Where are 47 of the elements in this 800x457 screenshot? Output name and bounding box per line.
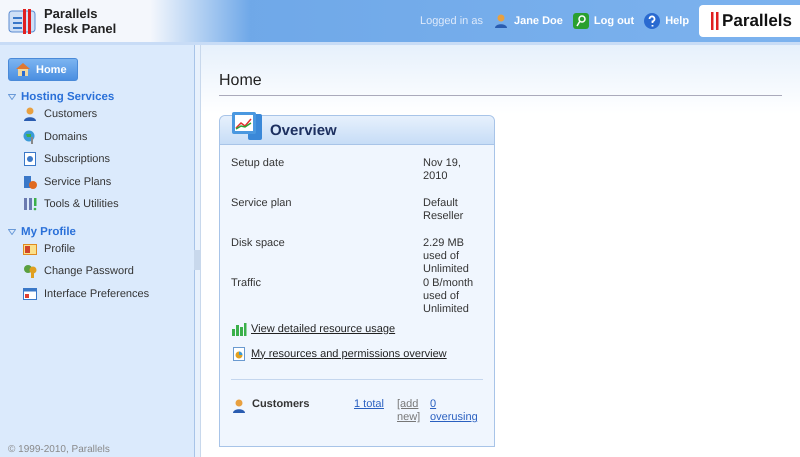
section-header[interactable]: Hosting Services bbox=[8, 91, 194, 103]
triangle-icon bbox=[8, 228, 16, 234]
triangle-icon bbox=[8, 94, 16, 100]
brand-logo: Parallels bbox=[699, 5, 800, 37]
sidebar-item[interactable]: Service Plans bbox=[8, 170, 194, 193]
plans-icon bbox=[22, 174, 38, 190]
splitter-handle[interactable] bbox=[194, 250, 200, 270]
total-link[interactable]: 1 total bbox=[354, 398, 392, 411]
add-new-link[interactable]: [add new] bbox=[397, 398, 425, 424]
sidebar-item[interactable]: Domains bbox=[8, 126, 194, 148]
logo-icon bbox=[8, 8, 36, 34]
user-icon bbox=[492, 13, 509, 29]
field-label: Service plan bbox=[231, 197, 293, 211]
field-label: Traffic bbox=[231, 277, 262, 291]
window-icon bbox=[22, 286, 38, 302]
resource-link[interactable]: My resources and permissions overview bbox=[251, 348, 447, 360]
sidebar-item[interactable]: Subscriptions bbox=[8, 148, 194, 170]
bar-chart-icon bbox=[231, 320, 247, 336]
sidebar-item[interactable]: Tools & Utilities bbox=[8, 193, 194, 216]
overusing-link[interactable]: 0 overusing bbox=[430, 398, 480, 424]
summary-label: Customers bbox=[252, 398, 310, 411]
house-icon bbox=[15, 62, 31, 77]
field-label: Setup date bbox=[231, 157, 286, 171]
field-value: Default Reseller bbox=[423, 197, 464, 224]
document-icon bbox=[22, 151, 38, 168]
field-value: 0 B/month used of Unlimited bbox=[423, 277, 474, 317]
product-name: Parallels Plesk Panel bbox=[44, 6, 116, 36]
card-title: Overview bbox=[270, 122, 337, 138]
field-label: Disk space bbox=[231, 237, 286, 251]
monitor-chart-icon bbox=[230, 110, 264, 142]
page-title: Home bbox=[219, 72, 782, 96]
report-icon bbox=[231, 346, 247, 362]
field-value: Nov 19, 2010 bbox=[423, 157, 462, 184]
logged-in-label: Logged in as bbox=[420, 15, 483, 27]
person-icon bbox=[22, 106, 38, 122]
field-value: 2.29 MB used of Unlimited bbox=[423, 237, 470, 277]
help-icon bbox=[644, 13, 660, 29]
sidebar-item[interactable]: Interface Preferences bbox=[8, 282, 194, 305]
tools-icon bbox=[22, 196, 38, 212]
person-icon bbox=[231, 398, 247, 414]
logout-icon bbox=[572, 13, 589, 29]
resource-link[interactable]: View detailed resource usage bbox=[251, 322, 396, 334]
sidebar-item[interactable]: Change Password bbox=[8, 260, 194, 282]
sidebar-item[interactable]: Customers bbox=[8, 103, 194, 126]
section-header[interactable]: My Profile bbox=[8, 226, 194, 238]
copyright-text: © 1999-2010, Parallels bbox=[8, 444, 111, 457]
sidebar-item[interactable]: Profile bbox=[8, 238, 194, 260]
